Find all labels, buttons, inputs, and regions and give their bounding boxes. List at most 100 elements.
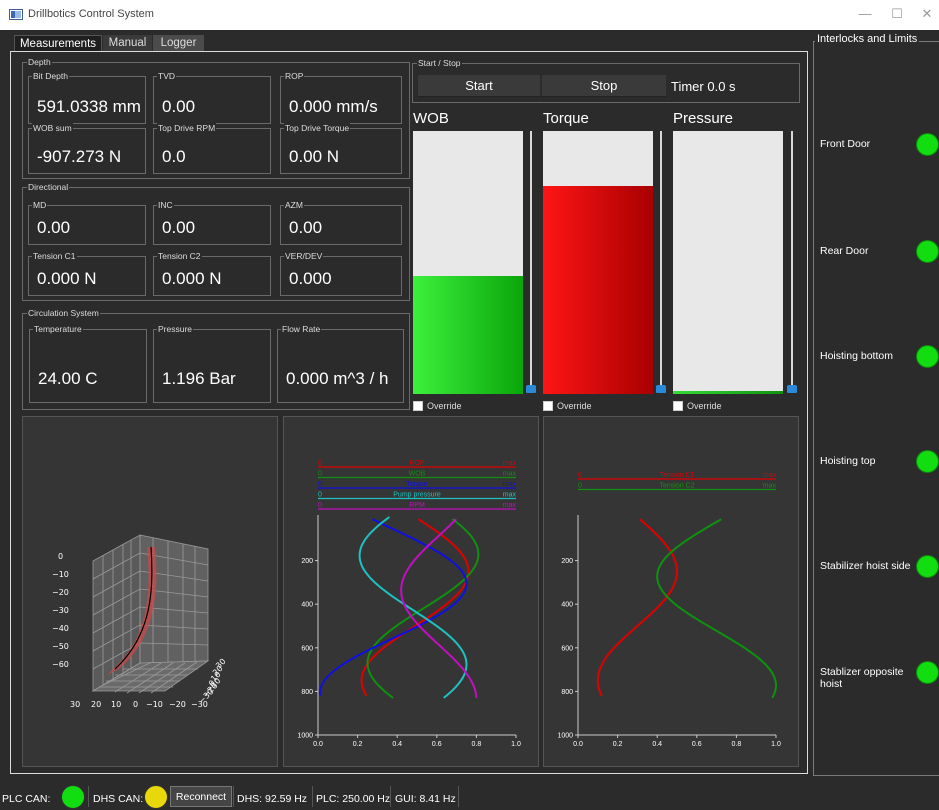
inc-field: INC 0.00 bbox=[153, 200, 271, 245]
close-button[interactable]: ✕ bbox=[918, 6, 936, 22]
interlock-label: Stabilizer hoist side bbox=[820, 560, 911, 572]
circulation-group-title: Circulation System bbox=[27, 307, 100, 319]
timer-label: Timer 0.0 s bbox=[671, 79, 736, 94]
series-line bbox=[366, 518, 480, 699]
interlock-status-icon bbox=[916, 661, 939, 684]
pressure-override-checkbox[interactable] bbox=[673, 401, 683, 411]
wob-gauge bbox=[413, 131, 523, 394]
legend-min: 0 bbox=[318, 471, 322, 478]
field-value: 0.00 bbox=[289, 218, 323, 237]
gui-rate-label: GUI: 8.41 Hz bbox=[395, 793, 456, 805]
x-tick-label: 1.0 bbox=[511, 741, 521, 748]
field-label: Bit Depth bbox=[32, 71, 69, 82]
field-label: TVD bbox=[157, 71, 176, 82]
field-label: INC bbox=[157, 200, 174, 211]
pressure-gauge-fill bbox=[673, 391, 783, 394]
legend-min: 0 bbox=[318, 481, 322, 488]
torque-slider-handle[interactable] bbox=[656, 385, 666, 393]
torque-slider-rail[interactable] bbox=[660, 131, 662, 389]
md-field: MD 0.00 bbox=[28, 200, 146, 245]
trajectory-3d-svg: 0 −10 −20 −30 −40 −50 −60 30 20 10 0 −10… bbox=[52, 534, 228, 709]
x-tick: 20 bbox=[91, 700, 101, 709]
trajectory-3d-plot[interactable]: 0 −10 −20 −30 −40 −50 −60 30 20 10 0 −10… bbox=[22, 416, 278, 767]
torque-gauge bbox=[543, 131, 653, 394]
field-label: Temperature bbox=[33, 324, 83, 335]
tab-measurements[interactable]: Measurements bbox=[14, 35, 102, 51]
interlock-status-icon bbox=[916, 555, 939, 578]
field-label: MD bbox=[32, 200, 48, 211]
interlocks-title: Interlocks and Limits bbox=[815, 33, 920, 45]
legend-name: WOB bbox=[409, 471, 426, 478]
tvd-field: TVD 0.00 bbox=[153, 71, 271, 124]
x-tick-label: 0.0 bbox=[573, 741, 583, 748]
tension-plot[interactable]: 0 Tension C1 max 0 Tension C2 max 200 400 600 800… bbox=[543, 416, 799, 767]
series-line bbox=[319, 518, 468, 696]
z-tick: −30 bbox=[52, 606, 69, 615]
field-label: Top Drive Torque bbox=[284, 123, 351, 134]
wob-slider-handle[interactable] bbox=[526, 385, 536, 393]
reconnect-button[interactable]: Reconnect bbox=[170, 786, 232, 807]
field-value: 0.00 bbox=[162, 97, 196, 116]
plc-can-label: PLC CAN: bbox=[2, 793, 51, 805]
y-tick-label: 1000 bbox=[297, 733, 313, 740]
field-value: 0.00 bbox=[162, 218, 196, 237]
directional-group-title: Directional bbox=[27, 181, 70, 193]
x-tick: 30 bbox=[70, 700, 80, 709]
depth-group-title: Depth bbox=[27, 56, 52, 68]
interlock-status-icon bbox=[916, 240, 939, 263]
field-value: 1.196 Bar bbox=[162, 369, 236, 388]
field-value: 0.000 mm/s bbox=[289, 97, 378, 116]
pressure-slider-handle[interactable] bbox=[787, 385, 797, 393]
top-drive-rpm-field: Top Drive RPM 0.0 bbox=[153, 123, 271, 174]
wob-slider-rail[interactable] bbox=[530, 131, 532, 389]
start-button[interactable]: Start bbox=[418, 75, 540, 97]
legend-min: 0 bbox=[318, 460, 322, 467]
interlock-label: Hoisting bottom bbox=[820, 350, 893, 362]
x-tick-label: 0.8 bbox=[472, 741, 482, 748]
x-tick: 0 bbox=[133, 700, 138, 709]
legend-max: max bbox=[763, 472, 777, 479]
field-value: 0.000 m^3 / h bbox=[286, 369, 389, 388]
separator bbox=[88, 786, 89, 807]
torque-override-checkbox[interactable] bbox=[543, 401, 553, 411]
field-label: Tension C1 bbox=[32, 251, 77, 262]
field-label: WOB sum bbox=[32, 123, 73, 134]
y-tick-label: 200 bbox=[561, 558, 573, 565]
x-tick-label: 0.2 bbox=[353, 741, 363, 748]
interlock-label: Front Door bbox=[820, 138, 871, 150]
field-value: 0.00 bbox=[37, 218, 71, 237]
legend-max: max bbox=[503, 460, 517, 467]
maximize-button[interactable]: ☐ bbox=[888, 6, 906, 22]
pressure-gauge bbox=[673, 131, 783, 394]
bit-depth-field: Bit Depth 591.0338 mm bbox=[28, 71, 146, 124]
y-tick-label: 400 bbox=[301, 602, 313, 609]
pressure-slider-rail[interactable] bbox=[791, 131, 793, 389]
torque-override-label: Override bbox=[557, 401, 592, 411]
wob-gauge-fill bbox=[413, 275, 523, 394]
minimize-button[interactable]: — bbox=[856, 6, 874, 22]
wob-gauge-title: WOB bbox=[413, 110, 449, 127]
separator bbox=[233, 786, 234, 807]
window-title: Drillbotics Control System bbox=[28, 8, 154, 20]
stop-button[interactable]: Stop bbox=[542, 75, 666, 97]
legend-min: 0 bbox=[578, 483, 582, 490]
interlock-label: Hoisting top bbox=[820, 455, 876, 467]
x-tick-label: 0.0 bbox=[313, 741, 323, 748]
field-value: 0.00 N bbox=[289, 147, 340, 166]
separator bbox=[390, 786, 391, 807]
y-tick-label: 400 bbox=[561, 602, 573, 609]
field-label: Pressure bbox=[157, 324, 194, 335]
tab-manual[interactable]: Manual bbox=[103, 35, 152, 51]
tab-logger[interactable]: Logger bbox=[153, 35, 204, 51]
legend-name: Torque bbox=[406, 481, 428, 488]
legend-max: max bbox=[503, 492, 517, 499]
wob-override-checkbox[interactable] bbox=[413, 401, 423, 411]
x-tick: −20 bbox=[169, 700, 186, 709]
pressure-gauge-title: Pressure bbox=[673, 110, 734, 127]
drilling-parameters-plot[interactable]: 0 ROP max 0 WOB max 0 Torque max 0 Pump pressure ma… bbox=[283, 416, 539, 767]
y-tick-label: 800 bbox=[561, 689, 573, 696]
z-tick: 0 bbox=[58, 552, 63, 561]
legend-name: Tension C1 bbox=[659, 472, 694, 479]
x-tick-label: 0.8 bbox=[732, 741, 742, 748]
torque-gauge-fill bbox=[543, 186, 653, 394]
